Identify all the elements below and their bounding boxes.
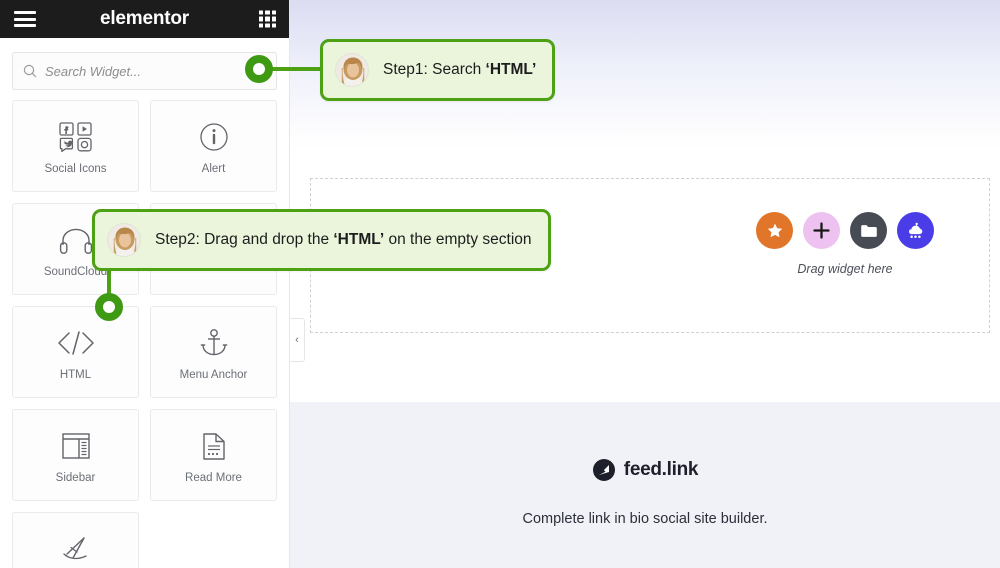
ai-widget-button[interactable] xyxy=(897,212,934,249)
step2-callout: Step2: Drag and drop the ‘HTML’ on the e… xyxy=(92,209,551,271)
widget-label: Alert xyxy=(201,163,226,175)
avatar-photo xyxy=(336,54,368,86)
hamburger-bar xyxy=(14,17,36,21)
grid-dot xyxy=(259,23,264,28)
step2-suffix: on the empty section xyxy=(384,231,532,248)
grid-dot xyxy=(265,10,270,15)
step1-prefix: Step1: Search xyxy=(383,61,486,78)
star-icon xyxy=(767,223,782,237)
grid-dot xyxy=(271,16,276,22)
search-widget-box[interactable] xyxy=(12,52,277,90)
hamburger-bar xyxy=(14,11,36,14)
ai-robot-icon xyxy=(909,222,923,238)
step2-prefix: Step2: Drag and drop the xyxy=(155,231,334,248)
widget-label: Read More xyxy=(185,472,242,484)
search-input[interactable] xyxy=(45,63,266,79)
widget-grid: Social Icons Alert SoundCloud HTML Menu … xyxy=(0,96,289,568)
step1-highlight: ‘HTML’ xyxy=(485,61,537,78)
widget-text-path[interactable]: Text Path xyxy=(12,512,139,568)
widget-menu-anchor[interactable]: Menu Anchor xyxy=(150,306,277,398)
code-brackets-icon xyxy=(57,323,95,363)
grid-dot xyxy=(265,16,270,22)
anchor-icon xyxy=(199,323,229,363)
widget-label: Menu Anchor xyxy=(179,369,248,381)
elementor-editor-screenshot: elementor Search Widget... Social Icons … xyxy=(0,0,1000,568)
search-icon xyxy=(23,64,37,78)
widget-read-more[interactable]: Read More xyxy=(150,409,277,501)
star-favorite-button[interactable] xyxy=(756,212,793,249)
grid-dot xyxy=(259,16,264,22)
widget-quick-icons xyxy=(756,212,934,249)
elementor-widget-panel: elementor Search Widget... Social Icons … xyxy=(0,0,290,568)
add-plus-button[interactable] xyxy=(803,212,840,249)
widget-label: Sidebar xyxy=(55,472,96,484)
grid-dot xyxy=(265,23,270,28)
headphones-icon xyxy=(59,220,93,260)
folder-template-button[interactable] xyxy=(850,212,887,249)
feedlink-arrow-logo-icon xyxy=(592,459,615,481)
widget-alert[interactable]: Alert xyxy=(150,100,277,192)
step2-highlight: ‘HTML’ xyxy=(333,231,385,248)
step1-target-marker xyxy=(245,55,273,83)
feedlink-logo[interactable]: feed.link xyxy=(592,458,698,482)
footer-tagline: Complete link in bio social site builder… xyxy=(522,511,768,527)
panel-header: elementor xyxy=(0,0,289,38)
panel-collapse-handle[interactable]: ‹ xyxy=(290,318,305,362)
step2-target-marker xyxy=(95,293,123,321)
callout-connector-line-1 xyxy=(271,67,323,71)
step1-text: Step1: Search ‘HTML’ xyxy=(383,61,536,79)
site-footer-band: feed.link Complete link in bio social si… xyxy=(290,402,1000,568)
document-read-more-icon xyxy=(200,426,228,466)
alert-info-icon xyxy=(199,117,229,157)
step1-callout: Step1: Search ‘HTML’ xyxy=(320,39,556,101)
elementor-logo-title: elementor xyxy=(99,8,189,29)
drag-widget-prompt: Drag widget here xyxy=(750,212,940,276)
sidebar-layout-icon xyxy=(61,426,91,466)
step2-text: Step2: Drag and drop the ‘HTML’ on the e… xyxy=(155,231,532,249)
text-path-icon xyxy=(60,529,92,568)
widget-sidebar[interactable]: Sidebar xyxy=(12,409,139,501)
grid-dot xyxy=(259,10,264,15)
social-icons-icon xyxy=(58,117,93,157)
folder-icon xyxy=(860,224,877,237)
instructor-avatar xyxy=(335,53,369,87)
footer-content: feed.link Complete link in bio social si… xyxy=(290,458,1000,527)
widget-social-icons[interactable]: Social Icons xyxy=(12,100,139,192)
hamburger-icon[interactable] xyxy=(14,11,36,27)
grid-dot xyxy=(271,23,276,28)
widget-label: Social Icons xyxy=(44,163,107,175)
avatar-photo xyxy=(108,224,140,256)
grid-apps-icon[interactable] xyxy=(259,10,276,28)
grid-dot xyxy=(271,10,276,15)
widget-label: HTML xyxy=(59,369,92,381)
plus-icon xyxy=(813,222,830,239)
widget-html[interactable]: HTML xyxy=(12,306,139,398)
feedlink-logo-text: feed.link xyxy=(623,459,699,480)
instructor-avatar xyxy=(107,223,141,257)
drag-widget-here-label: Drag widget here xyxy=(797,262,893,276)
hamburger-bar xyxy=(14,24,36,27)
